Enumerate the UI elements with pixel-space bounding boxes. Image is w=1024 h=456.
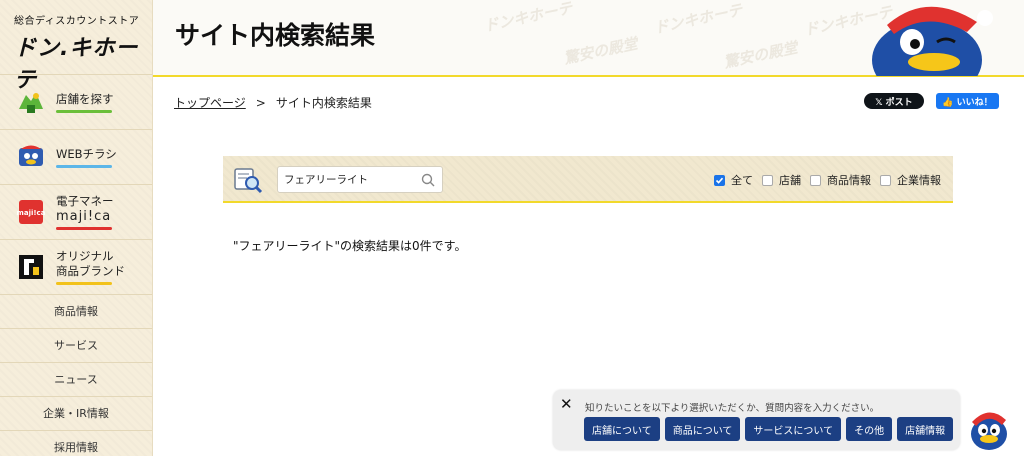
checkbox-icon[interactable] <box>810 174 821 186</box>
chat-prompt: 知りたいことを以下より選択いただくか、質問内容を入力ください。 <box>585 403 880 414</box>
sidebar-item-label: WEBチラシ <box>56 146 117 161</box>
brand-logo[interactable]: 総合ディスカウントストア ドン.キホーテ <box>0 0 152 93</box>
filter-product-info[interactable]: 商品情報 <box>810 172 871 188</box>
checkbox-icon[interactable] <box>762 174 773 186</box>
brand-tagline: 総合ディスカウントストア <box>14 16 140 27</box>
majica-wordmark: maji!ca <box>56 209 112 224</box>
filter-label: 店舗 <box>779 174 801 187</box>
breadcrumb-current: サイト内検索結果 <box>275 96 372 110</box>
label-underline <box>56 282 112 285</box>
filter-corporate-info[interactable]: 企業情報 <box>880 172 941 188</box>
chat-option-stores[interactable]: 店舗について <box>584 417 660 441</box>
facebook-like-button[interactable]: 👍 いいね！ <box>936 93 999 109</box>
sidebar-item-news[interactable]: ニュース <box>0 362 152 396</box>
label-underline <box>56 109 112 113</box>
chat-option-products[interactable]: 商品について <box>664 417 741 441</box>
sidebar-item-label: 店舗を探す <box>56 91 114 106</box>
label-underline <box>56 227 112 230</box>
filter-all[interactable]: 全て <box>714 172 753 188</box>
chat-option-services[interactable]: サービスについて <box>745 417 842 441</box>
filter-label: 全て <box>731 174 753 187</box>
chat-helper-panel: ✕ 知りたいことを以下より選択いただくか、質問内容を入力ください。 店舗について… <box>553 390 960 450</box>
header-watermark: 驚安の殿堂 <box>562 34 640 68</box>
header-watermark: 驚安の殿堂 <box>722 38 800 72</box>
brand-logo-icon <box>16 252 46 282</box>
sidebar-item-corporate-ir[interactable]: 企業・IR情報 <box>0 396 152 430</box>
donpen-mascot-icon <box>862 0 1012 100</box>
breadcrumb-separator: > <box>255 96 266 110</box>
chat-option-other[interactable]: その他 <box>846 417 893 441</box>
label-underline <box>56 164 112 168</box>
breadcrumb-home-link[interactable]: トップページ <box>174 96 246 110</box>
search-input[interactable] <box>278 167 414 192</box>
filter-label: 商品情報 <box>827 174 871 187</box>
sidebar-item-label: オリジナル <box>56 249 114 263</box>
header-watermark: ドンキホーテ <box>482 0 575 36</box>
filter-stores[interactable]: 店舗 <box>762 172 801 188</box>
sidebar-item-web-flyer[interactable]: WEBチラシ <box>0 129 152 184</box>
x-post-button[interactable]: 𝕏 ポスト <box>864 93 924 109</box>
close-icon[interactable]: ✕ <box>560 395 573 413</box>
mascot-flyer-icon <box>16 142 46 172</box>
header-watermark: ドンキホーテ <box>652 0 745 38</box>
sidebar-item-store-search[interactable]: 店舗を探す <box>0 74 152 129</box>
search-result-message: "フェアリーライト"の検索結果は0件です。 <box>233 239 467 253</box>
sidebar-item-original-brand[interactable]: オリジナル 商品ブランド <box>0 239 152 294</box>
svg-text:maji!ca: maji!ca <box>17 209 46 217</box>
breadcrumb: トップページ > サイト内検索結果 <box>174 94 372 111</box>
page-title: サイト内検索結果 <box>175 21 376 50</box>
search-field[interactable] <box>277 166 443 193</box>
sidebar-item-majica[interactable]: maji!ca 電子マネー maji!ca <box>0 184 152 239</box>
search-icon[interactable] <box>421 173 435 187</box>
majica-card-icon: maji!ca <box>16 197 46 227</box>
sidebar-item-label: 商品ブランド <box>56 264 125 278</box>
sidebar-item-services[interactable]: サービス <box>0 328 152 362</box>
chat-quick-replies: 店舗について 商品について サービスについて その他 店舗情報 <box>584 417 958 441</box>
checkbox-icon[interactable] <box>880 174 891 186</box>
sidebar: 総合ディスカウントストア ドン.キホーテ 店舗を探す WEBチラシ maji!c… <box>0 0 153 456</box>
store-map-icon <box>16 87 46 117</box>
sidebar-item-products[interactable]: 商品情報 <box>0 294 152 328</box>
chat-option-store-info[interactable]: 店舗情報 <box>897 417 954 441</box>
filter-label: 企業情報 <box>897 174 941 187</box>
checkbox-checked-icon[interactable] <box>714 174 725 186</box>
sidebar-item-recruit[interactable]: 採用情報 <box>0 430 152 456</box>
search-filters: 全て 店舗 商品情報 企業情報 <box>705 172 941 188</box>
sidebar-item-label: 電子マネー <box>56 194 114 208</box>
search-document-icon <box>233 166 263 194</box>
chat-mascot-icon[interactable] <box>964 400 1014 452</box>
search-panel: 全て 店舗 商品情報 企業情報 <box>223 156 953 203</box>
